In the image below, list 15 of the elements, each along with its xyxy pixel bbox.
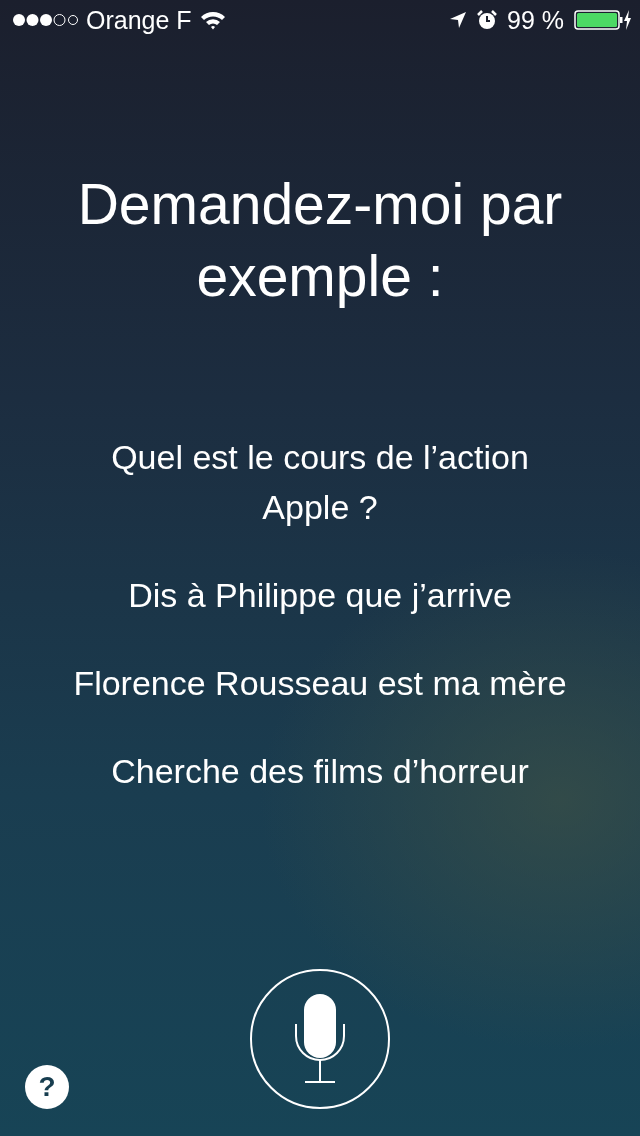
signal-icon xyxy=(12,13,78,27)
microphone-button[interactable] xyxy=(250,969,390,1109)
example-phrase: Cherche des films d’horreur xyxy=(111,751,529,792)
wifi-icon xyxy=(199,10,226,30)
example-phrase: Quel est le cours de l’action Apple ? xyxy=(110,437,530,528)
example-phrase: Dis à Philippe que j’arrive xyxy=(128,575,512,616)
microphone-icon xyxy=(293,993,347,1085)
alarm-clock-icon xyxy=(477,10,497,30)
prompt-heading: Demandez-moi par exemple : xyxy=(76,171,564,310)
help-button[interactable]: ? xyxy=(25,1065,69,1109)
battery-percentage: 99 % xyxy=(507,5,564,35)
carrier-name: Orange F xyxy=(86,5,192,35)
battery-charging-icon xyxy=(574,10,632,30)
example-phrase: Florence Rousseau est ma mère xyxy=(73,663,567,704)
location-arrow-icon xyxy=(449,11,467,29)
